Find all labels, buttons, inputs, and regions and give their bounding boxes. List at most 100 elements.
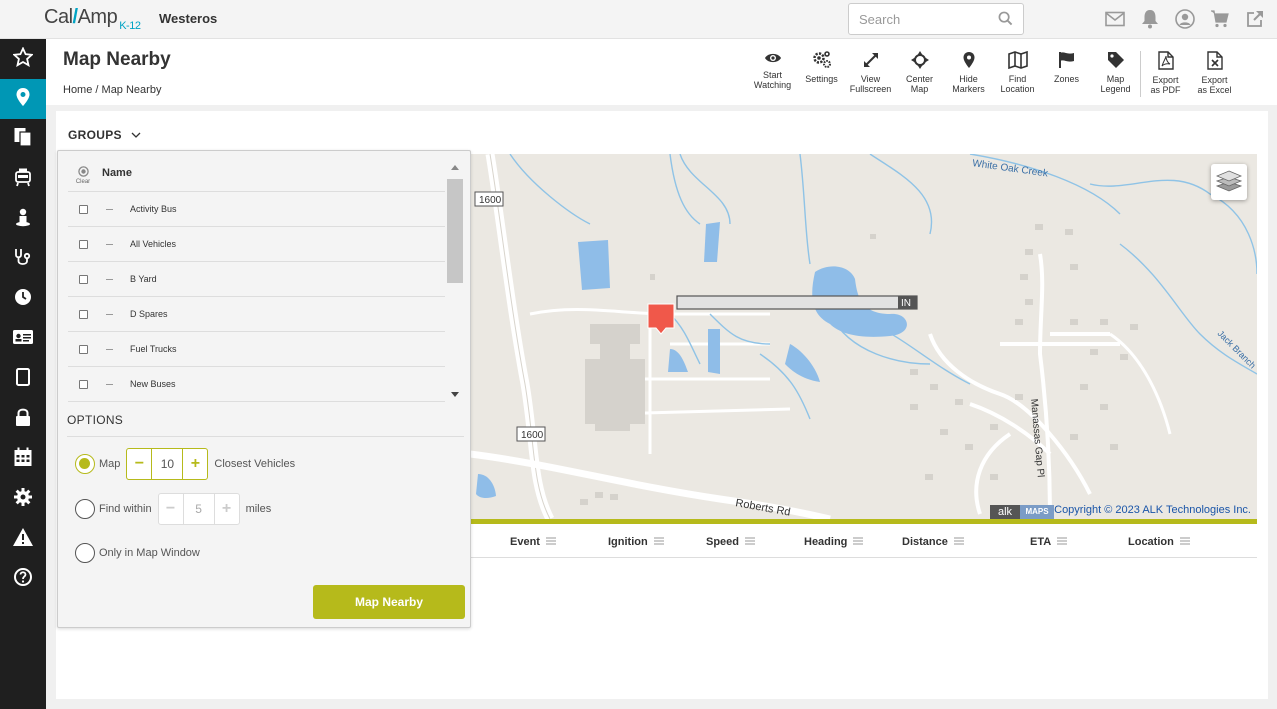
closest-count-value[interactable]: 10: [151, 449, 184, 479]
groups-toggle[interactable]: GROUPS: [68, 128, 141, 142]
settings-button[interactable]: Settings: [797, 51, 846, 97]
increment-button[interactable]: +: [183, 449, 207, 479]
calendar-icon: [13, 447, 33, 472]
list-item[interactable]: Fuel Trucks: [68, 332, 445, 367]
group-checkbox[interactable]: [79, 380, 88, 389]
list-item[interactable]: D Spares: [68, 297, 445, 332]
column-speed[interactable]: Speed: [706, 536, 756, 548]
nav-map[interactable]: [0, 79, 46, 119]
list-item[interactable]: All Vehicles: [68, 227, 445, 262]
scroll-down-icon[interactable]: [451, 392, 459, 397]
decrement-button[interactable]: −: [159, 494, 183, 524]
nav-favorites[interactable]: [0, 39, 46, 79]
export-pdf-button[interactable]: Export as PDF: [1141, 51, 1190, 97]
nav-calendar[interactable]: [0, 439, 46, 479]
nav-contacts[interactable]: [0, 319, 46, 359]
list-item[interactable]: B Yard: [68, 262, 445, 297]
column-distance[interactable]: Distance: [902, 536, 964, 548]
map-view[interactable]: 1600 1600 Roberts Rd White Oak Creek Jac…: [470, 154, 1257, 519]
user-icon[interactable]: [1174, 8, 1196, 30]
nav-health[interactable]: [0, 239, 46, 279]
external-link-icon[interactable]: [1244, 8, 1266, 30]
option-only-map-window[interactable]: Only in Map Window: [75, 543, 200, 563]
find-within-radio[interactable]: [75, 499, 95, 519]
cart-icon[interactable]: [1209, 8, 1231, 30]
group-checkbox[interactable]: [79, 205, 88, 214]
list-item[interactable]: New Buses: [68, 367, 445, 402]
find-within-value[interactable]: 5: [182, 494, 215, 524]
scroll-up-icon[interactable]: [451, 165, 459, 170]
map-legend-button[interactable]: Map Legend: [1091, 51, 1140, 97]
bus-icon: [13, 167, 33, 192]
map-radio[interactable]: [75, 454, 95, 474]
nav-history[interactable]: [0, 279, 46, 319]
nav-documents[interactable]: [0, 119, 46, 159]
tag-icon: [1107, 51, 1125, 74]
mail-icon[interactable]: [1104, 8, 1126, 30]
group-checkbox[interactable]: [79, 310, 88, 319]
list-item[interactable]: Activity Bus: [68, 192, 445, 227]
column-location[interactable]: Location: [1128, 536, 1190, 548]
view-fullscreen-button[interactable]: View Fullscreen: [846, 51, 895, 97]
column-menu-icon[interactable]: [745, 536, 756, 548]
nav-settings[interactable]: [0, 479, 46, 519]
nav-drivers[interactable]: [0, 199, 46, 239]
option-find-within[interactable]: Find within − 5 + miles: [75, 493, 271, 525]
group-checkbox[interactable]: [79, 240, 88, 249]
column-event[interactable]: Event: [510, 536, 556, 548]
nav-vehicles[interactable]: [0, 159, 46, 199]
eye-icon: [764, 51, 782, 70]
warning-icon: [12, 527, 34, 552]
bell-icon[interactable]: [1139, 8, 1161, 30]
column-menu-icon[interactable]: [953, 536, 964, 548]
increment-button[interactable]: +: [215, 494, 239, 524]
clear-selection-button[interactable]: Clear: [74, 166, 92, 185]
export-excel-button[interactable]: Export as Excel: [1190, 51, 1239, 97]
option-map-closest[interactable]: Map − 10 + Closest Vehicles: [75, 448, 295, 480]
map-layers-button[interactable]: [1211, 164, 1247, 200]
closest-vehicles-stepper[interactable]: − 10 +: [126, 448, 209, 480]
group-checkbox[interactable]: [79, 345, 88, 354]
breadcrumb-separator: /: [95, 84, 99, 96]
find-location-button[interactable]: Find Location: [993, 50, 1042, 97]
column-ignition[interactable]: Ignition: [608, 536, 664, 548]
group-name: B Yard: [130, 274, 157, 284]
breadcrumb-home[interactable]: Home: [63, 84, 92, 96]
tablet-icon: [15, 367, 31, 392]
group-name: Activity Bus: [130, 204, 177, 214]
name-column-header[interactable]: Name: [102, 167, 132, 179]
map-copyright[interactable]: Copyright © 2023 ALK Technologies Inc.: [1054, 504, 1251, 516]
column-eta[interactable]: ETA: [1030, 536, 1068, 548]
column-menu-icon[interactable]: [653, 536, 664, 548]
column-menu-icon[interactable]: [1179, 536, 1190, 548]
find-within-stepper[interactable]: − 5 +: [157, 493, 240, 525]
options-divider: [67, 436, 464, 437]
hide-markers-button[interactable]: Hide Markers: [944, 51, 993, 97]
fullscreen-icon: [862, 51, 880, 74]
groups-scrollbar[interactable]: [447, 161, 463, 403]
find-location-label: Find Location: [1000, 74, 1035, 94]
nav-help[interactable]: [0, 559, 46, 599]
column-menu-icon[interactable]: [1057, 536, 1068, 548]
nav-alerts[interactable]: [0, 519, 46, 559]
column-heading[interactable]: Heading: [804, 536, 864, 548]
nav-security[interactable]: [0, 399, 46, 439]
zones-button[interactable]: Zones: [1042, 51, 1091, 97]
column-menu-icon[interactable]: [853, 536, 864, 548]
marker-status-label: IN: [901, 298, 911, 309]
map-nearby-button[interactable]: Map Nearby: [313, 585, 465, 619]
calamp-logo[interactable]: Cal/Amp K-12: [44, 6, 141, 32]
center-map-label: Center Map: [905, 74, 933, 94]
decrement-button[interactable]: −: [127, 449, 151, 479]
center-map-button[interactable]: Center Map: [895, 51, 944, 97]
column-menu-icon[interactable]: [545, 536, 556, 548]
search-input[interactable]: [849, 4, 989, 34]
export-pdf-label: Export as PDF: [1150, 75, 1181, 95]
only-map-window-radio[interactable]: [75, 543, 95, 563]
search-icon[interactable]: [998, 11, 1013, 31]
nav-devices[interactable]: [0, 359, 46, 399]
group-checkbox[interactable]: [79, 275, 88, 284]
map-legend-label: Map Legend: [1100, 74, 1131, 94]
scroll-thumb[interactable]: [447, 179, 463, 283]
start-watching-button[interactable]: Start Watching: [748, 51, 797, 97]
